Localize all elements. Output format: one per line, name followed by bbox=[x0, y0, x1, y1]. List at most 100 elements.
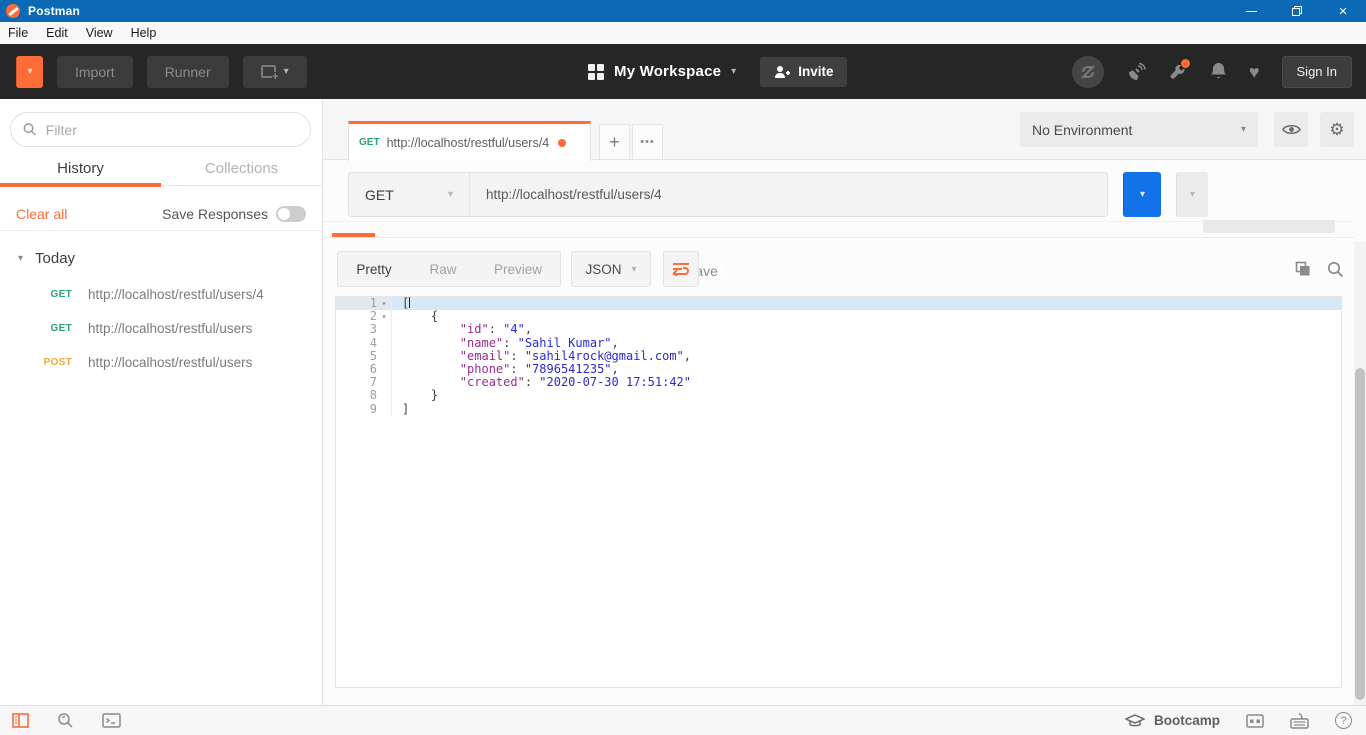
restore-button[interactable] bbox=[1274, 0, 1320, 22]
code-line: 9] bbox=[336, 403, 1341, 416]
import-button[interactable]: Import bbox=[57, 56, 133, 88]
text-cursor bbox=[409, 297, 410, 308]
caret-down-icon[interactable]: ▾ bbox=[731, 66, 736, 77]
bootcamp-button[interactable]: Bootcamp bbox=[1125, 713, 1220, 728]
invite-button[interactable]: Invite bbox=[760, 57, 847, 87]
clear-all-link[interactable]: Clear all bbox=[16, 206, 67, 222]
sidebar-tabs: History Collections bbox=[0, 156, 322, 186]
save-dropdown-caret[interactable]: ▾ bbox=[1176, 172, 1208, 217]
partial-button-edge bbox=[1203, 220, 1335, 233]
settings-tools-button[interactable] bbox=[1168, 62, 1188, 82]
new-dropdown-caret[interactable]: ▾ bbox=[16, 56, 43, 88]
postman-window: Postman × File Edit View Help New ▾ Impo… bbox=[0, 0, 1366, 735]
send-button[interactable]: Send ▾ bbox=[1123, 172, 1161, 217]
minimize-button[interactable] bbox=[1228, 0, 1274, 22]
send-dropdown-caret[interactable]: ▾ bbox=[1123, 172, 1161, 217]
runner-button[interactable]: Runner bbox=[147, 56, 229, 88]
workspace-grid-icon bbox=[588, 64, 604, 80]
caret-down-icon: ▾ bbox=[448, 189, 453, 200]
history-item[interactable]: GET http://localhost/restful/users bbox=[0, 311, 322, 345]
console-button[interactable] bbox=[102, 713, 121, 728]
params-tab-active-underline bbox=[332, 233, 375, 237]
tab-method-badge: GET bbox=[359, 137, 380, 148]
environment-quick-look-button[interactable] bbox=[1274, 112, 1308, 147]
minimize-icon bbox=[1246, 11, 1257, 12]
toggle-sidebar-button[interactable] bbox=[12, 713, 29, 728]
help-button[interactable]: ? bbox=[1335, 712, 1352, 729]
copy-response-button[interactable] bbox=[1295, 261, 1311, 277]
caret-down-icon: ▾ bbox=[1190, 189, 1195, 200]
tab-raw[interactable]: Raw bbox=[410, 252, 476, 286]
bell-icon bbox=[1210, 62, 1227, 81]
window-title: Postman bbox=[28, 4, 80, 18]
find-button[interactable] bbox=[57, 712, 74, 729]
history-item[interactable]: GET http://localhost/restful/users/4 bbox=[0, 277, 322, 311]
filter-input[interactable] bbox=[46, 122, 298, 138]
environment-settings-button[interactable]: ⚙ bbox=[1320, 112, 1354, 147]
favorites-button[interactable]: ♥ bbox=[1249, 63, 1260, 81]
shortcuts-button[interactable] bbox=[1290, 713, 1309, 729]
tab-preview[interactable]: Preview bbox=[476, 252, 560, 286]
sidebar: History Collections Clear all Save Respo… bbox=[0, 99, 323, 705]
group-label: Today bbox=[35, 250, 75, 267]
request-tab-strip: GET http://localhost/restful/users/4 + •… bbox=[323, 99, 1366, 160]
tab-options-button[interactable]: ••• bbox=[632, 124, 663, 160]
notifications-button[interactable] bbox=[1210, 62, 1227, 81]
two-pane-view-button[interactable] bbox=[1246, 714, 1264, 728]
heart-icon: ♥ bbox=[1249, 63, 1260, 81]
environment-selector[interactable]: No Environment ▾ bbox=[1020, 112, 1258, 147]
method-badge: GET bbox=[0, 289, 72, 300]
url-input[interactable] bbox=[486, 187, 1091, 202]
caret-down-icon: ▾ bbox=[1241, 124, 1246, 135]
scrollbar-track[interactable] bbox=[1354, 242, 1366, 705]
eye-icon bbox=[1282, 123, 1301, 136]
close-button[interactable]: × bbox=[1320, 0, 1366, 22]
graduation-cap-icon bbox=[1125, 714, 1145, 728]
invite-label: Invite bbox=[798, 64, 833, 79]
save-responses-toggle[interactable] bbox=[276, 206, 306, 222]
title-bar: Postman × bbox=[0, 0, 1366, 22]
scrollbar-thumb[interactable] bbox=[1355, 368, 1365, 700]
fold-caret-icon[interactable]: ▾ bbox=[377, 310, 391, 323]
sync-disabled-button[interactable] bbox=[1072, 56, 1104, 88]
tab-collections[interactable]: Collections bbox=[161, 156, 322, 185]
caret-down-icon: ▾ bbox=[1140, 189, 1145, 200]
fold-caret-icon[interactable]: ▾ bbox=[377, 297, 391, 310]
method-dropdown[interactable]: GET ▾ bbox=[348, 172, 470, 217]
unsaved-dot-icon bbox=[558, 139, 566, 147]
copy-icon bbox=[1295, 261, 1311, 277]
menu-bar: File Edit View Help bbox=[0, 22, 1366, 44]
search-response-button[interactable] bbox=[1327, 261, 1344, 278]
close-icon: × bbox=[1339, 4, 1348, 19]
sign-in-button[interactable]: Sign In bbox=[1282, 56, 1352, 88]
menu-file[interactable]: File bbox=[8, 26, 28, 40]
format-dropdown[interactable]: JSON ▾ bbox=[571, 251, 651, 287]
api-network-button[interactable] bbox=[1126, 62, 1146, 82]
search-icon bbox=[57, 712, 74, 729]
tab-history[interactable]: History bbox=[0, 156, 161, 185]
menu-edit[interactable]: Edit bbox=[46, 26, 68, 40]
menu-help[interactable]: Help bbox=[131, 26, 157, 40]
wrap-text-button[interactable] bbox=[663, 251, 699, 287]
history-item[interactable]: POST http://localhost/restful/users bbox=[0, 345, 322, 379]
code-line: 8 } bbox=[336, 389, 1341, 402]
save-button[interactable]: Save ▾ bbox=[1176, 172, 1208, 217]
new-button[interactable]: New ▾ bbox=[16, 56, 43, 88]
code-line: 1▾[ bbox=[336, 297, 1341, 310]
tab-pretty[interactable]: Pretty bbox=[338, 252, 410, 286]
environment-value: No Environment bbox=[1032, 122, 1132, 138]
history-group-today[interactable]: ▾ Today bbox=[0, 244, 322, 272]
search-icon bbox=[1327, 261, 1344, 278]
new-tab-button[interactable]: + bbox=[599, 124, 630, 160]
history-actions-row: Clear all Save Responses bbox=[0, 198, 322, 231]
workspace-selector[interactable]: My Workspace bbox=[614, 63, 721, 80]
method-value: GET bbox=[365, 187, 394, 203]
satellite-icon bbox=[1126, 62, 1146, 82]
save-responses-label: Save Responses bbox=[162, 206, 268, 222]
collapse-caret-icon[interactable]: ▾ bbox=[18, 253, 23, 264]
request-tab-active[interactable]: GET http://localhost/restful/users/4 bbox=[348, 121, 591, 161]
new-window-button[interactable]: ▾ bbox=[243, 56, 307, 88]
menu-view[interactable]: View bbox=[86, 26, 113, 40]
response-code[interactable]: 1▾[2▾ {3 "id": "4",4 "name": "Sahil Kuma… bbox=[335, 296, 1342, 688]
restore-icon bbox=[1292, 6, 1302, 16]
